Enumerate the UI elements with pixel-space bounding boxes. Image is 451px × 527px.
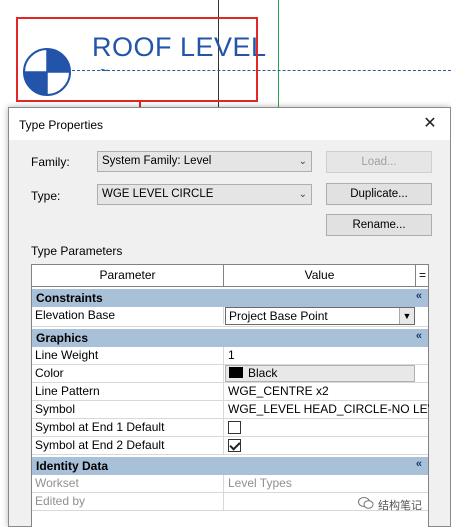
chevron-down-icon: ⌄ bbox=[298, 189, 307, 200]
collapse-icon[interactable]: « bbox=[416, 330, 422, 342]
duplicate-button[interactable]: Duplicate... bbox=[326, 183, 432, 205]
table-row[interactable]: Symbol WGE_LEVEL HEAD_CIRCLE-NO LEVE bbox=[32, 401, 429, 419]
param-value: Project Base Point bbox=[229, 309, 328, 323]
dialog-title: Type Properties bbox=[19, 118, 104, 132]
type-dropdown[interactable]: WGE LEVEL CIRCLE ⌄ bbox=[97, 184, 312, 205]
param-name: Elevation Base bbox=[32, 307, 224, 324]
watermark-text: 结构笔记 bbox=[378, 500, 422, 512]
group-identity-data[interactable]: Identity Data « bbox=[32, 457, 428, 475]
color-swatch bbox=[229, 367, 243, 378]
param-name: Line Weight bbox=[32, 347, 224, 364]
family-dropdown[interactable]: System Family: Level ⌄ bbox=[97, 151, 312, 172]
table-row[interactable]: Symbol at End 2 Default bbox=[32, 437, 428, 455]
load-button[interactable]: Load... bbox=[326, 151, 432, 173]
param-value[interactable]: WGE_LEVEL HEAD_CIRCLE-NO LEVE bbox=[225, 401, 429, 418]
type-parameters-grid: Parameter Value = Constraints « Elevatio… bbox=[31, 264, 429, 527]
param-name: Workset bbox=[32, 475, 224, 492]
type-properties-dialog: Type Properties ✕ Family: System Family:… bbox=[8, 107, 451, 527]
grid-header: Parameter Value = bbox=[32, 265, 428, 287]
elevation-base-dropdown[interactable]: Project Base Point ▼ bbox=[225, 307, 415, 325]
type-parameters-label: Type Parameters bbox=[31, 244, 123, 258]
color-value-button[interactable]: Black bbox=[225, 365, 415, 382]
param-value: Level Types bbox=[228, 476, 292, 490]
group-label: Constraints bbox=[36, 291, 103, 305]
highlight-box bbox=[16, 17, 258, 102]
screen: { "drawing": { "level_name": "ROOF LEVEL… bbox=[0, 0, 451, 527]
symbol-end1-checkbox[interactable] bbox=[228, 421, 241, 434]
param-value bbox=[225, 419, 429, 436]
group-label: Identity Data bbox=[36, 459, 109, 473]
param-name: Symbol at End 2 Default bbox=[32, 437, 224, 454]
column-header-parameter[interactable]: Parameter bbox=[32, 265, 224, 286]
family-value: System Family: Level bbox=[102, 155, 212, 167]
param-value bbox=[225, 437, 429, 454]
table-row[interactable]: Symbol at End 1 Default bbox=[32, 419, 428, 437]
param-name: Edited by bbox=[32, 493, 224, 510]
collapse-icon[interactable]: « bbox=[416, 458, 422, 470]
collapse-icon[interactable]: « bbox=[416, 290, 422, 302]
table-row[interactable]: Line Pattern WGE_CENTRE x2 bbox=[32, 383, 428, 401]
table-row[interactable]: Line Weight 1 bbox=[32, 347, 428, 365]
param-name: Color bbox=[32, 365, 224, 382]
chevron-down-icon: ▼ bbox=[399, 308, 414, 324]
close-icon[interactable]: ✕ bbox=[418, 113, 442, 135]
type-value: WGE LEVEL CIRCLE bbox=[102, 188, 214, 200]
symbol-end2-checkbox[interactable] bbox=[228, 439, 241, 452]
param-name: Symbol at End 1 Default bbox=[32, 419, 224, 436]
rename-button[interactable]: Rename... bbox=[326, 214, 432, 236]
drawing-grid-line-green bbox=[278, 0, 279, 108]
column-header-sort[interactable]: = bbox=[416, 265, 429, 286]
table-row[interactable]: Workset Level Types bbox=[32, 475, 428, 493]
wechat-icon bbox=[358, 497, 374, 509]
param-value[interactable]: 1 bbox=[225, 347, 429, 364]
param-value: Black bbox=[248, 366, 278, 380]
table-row[interactable]: Elevation Base Project Base Point ▼ bbox=[32, 307, 428, 327]
param-value[interactable]: WGE_CENTRE x2 bbox=[225, 383, 429, 400]
type-label: Type: bbox=[31, 189, 61, 203]
group-label: Graphics bbox=[36, 331, 89, 345]
param-name: Symbol bbox=[32, 401, 224, 418]
column-header-value[interactable]: Value bbox=[224, 265, 416, 286]
family-label: Family: bbox=[31, 155, 70, 169]
group-constraints[interactable]: Constraints « bbox=[32, 289, 428, 307]
group-graphics[interactable]: Graphics « bbox=[32, 329, 428, 347]
param-name: Line Pattern bbox=[32, 383, 224, 400]
chevron-down-icon: ⌄ bbox=[298, 156, 307, 167]
dialog-titlebar: Type Properties ✕ bbox=[9, 108, 450, 140]
table-row[interactable]: Color Black bbox=[32, 365, 428, 383]
